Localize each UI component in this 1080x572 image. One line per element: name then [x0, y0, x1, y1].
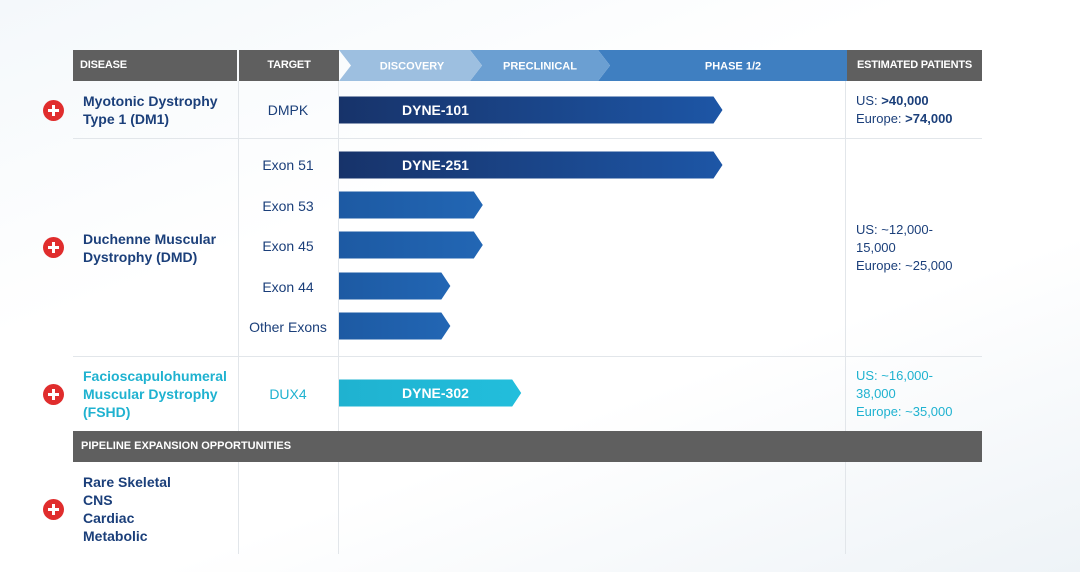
disease-dm1: Myotonic Dystrophy Type 1 (DM1) [83, 92, 243, 128]
patients-dm1-eu-value: >74,000 [905, 111, 953, 126]
patients-dmd-eu: Europe: ~25,000 [856, 258, 953, 273]
stage-phase-label: PHASE 1/2 [705, 61, 761, 73]
patients-dmd: US: ~12,000- 15,000 Europe: ~25,000 [856, 221, 981, 275]
patients-dm1: US: >40,000 Europe: >74,000 [856, 92, 981, 128]
patients-dmd-us-line1: US: ~12,000- [856, 222, 933, 237]
stage-preclinical-label: PRECLINICAL [503, 61, 577, 73]
bar-label-dyne-302: DYNE-302 [402, 385, 469, 401]
pipeline-bars: DYNE-101 DYNE-251 DYNE-302 [339, 96, 723, 407]
expansion-item: Metabolic [83, 528, 148, 544]
patients-fshd: US: ~16,000- 38,000 Europe: ~35,000 [856, 367, 981, 421]
disease-fshd-line3: (FSHD) [83, 404, 131, 420]
patients-dm1-us-label: US: [856, 93, 878, 108]
bar-label-dyne-251: DYNE-251 [402, 157, 469, 173]
header-disease-label: DISEASE [80, 59, 127, 71]
header-disease: DISEASE [73, 50, 237, 81]
col-divider-disease-lower [238, 462, 239, 554]
header-patients-label: ESTIMATED PATIENTS [857, 59, 972, 71]
disease-dm1-line2: Type 1 (DM1) [83, 111, 170, 127]
pipeline-bar-exon-51: DYNE-251 [339, 151, 723, 179]
patients-fshd-us-line2: 38,000 [856, 386, 896, 401]
pipeline-bar-other-exons [339, 312, 451, 340]
expansion-title: PIPELINE EXPANSION OPPORTUNITIES [81, 440, 292, 452]
target-exon-51: Exon 51 [262, 157, 314, 173]
target-other-exons: Other Exons [249, 319, 327, 335]
col-divider-patients-lower [845, 462, 846, 554]
target-dmpk: DMPK [267, 102, 309, 118]
stage-header: DISCOVERY PRECLINICAL PHASE 1/2 [339, 50, 847, 81]
patients-fshd-us-line1: US: ~16,000- [856, 368, 933, 383]
pipeline-bar-exon-53 [339, 191, 483, 219]
expansion-header: PIPELINE EXPANSION OPPORTUNITIES [73, 431, 982, 462]
patients-dm1-us: US: >40,000 [856, 92, 981, 110]
col-divider-target-lower [338, 462, 339, 554]
pipeline-bar-dmpk: DYNE-101 [339, 96, 723, 124]
expansion-item: Rare Skeletal [83, 474, 171, 490]
header-target: TARGET [239, 50, 339, 81]
expand-dmd-icon[interactable] [43, 237, 64, 258]
expand-fshd-icon[interactable] [43, 384, 64, 405]
disease-dmd-line1: Duchenne Muscular [83, 231, 217, 247]
expansion-item: CNS [83, 492, 113, 508]
pipeline-bar-dux4: DYNE-302 [339, 379, 522, 407]
patients-dm1-eu: Europe: >74,000 [856, 110, 981, 128]
disease-dm1-line1: Myotonic Dystrophy [83, 93, 218, 109]
target-exon-44: Exon 44 [262, 279, 314, 295]
target-exon-45: Exon 45 [262, 238, 314, 254]
bar-shape [339, 272, 451, 300]
patients-fshd-eu: Europe: ~35,000 [856, 404, 953, 419]
target-exon-53: Exon 53 [262, 198, 314, 214]
disease-fshd-line2: Muscular Dystrophy [83, 386, 218, 402]
disease-fshd-line1: Facioscapulohumeral [83, 368, 227, 384]
pipeline-bar-exon-44 [339, 272, 451, 300]
bar-label-dyne-101: DYNE-101 [402, 102, 469, 118]
header-target-label: TARGET [267, 59, 311, 71]
expansion-item: Cardiac [83, 510, 135, 526]
bar-shape [339, 96, 723, 124]
stage-discovery-label: DISCOVERY [380, 61, 445, 73]
disease-dmd-line2: Dystrophy (DMD) [83, 249, 198, 265]
bar-shape [339, 191, 483, 219]
target-dux4: DUX4 [269, 386, 307, 402]
expand-opportunities-icon[interactable] [43, 499, 64, 520]
bar-shape [339, 151, 723, 179]
bar-shape [339, 231, 483, 259]
patients-dm1-us-value: >40,000 [881, 93, 929, 108]
expand-dm1-icon[interactable] [43, 100, 64, 121]
bar-shape [339, 312, 451, 340]
expansion-list: Rare Skeletal CNS Cardiac Metabolic [83, 473, 171, 545]
header-patients: ESTIMATED PATIENTS [847, 50, 982, 81]
disease-fshd: Facioscapulohumeral Muscular Dystrophy (… [83, 367, 243, 421]
disease-dmd: Duchenne Muscular Dystrophy (DMD) [83, 230, 243, 266]
pipeline-bar-exon-45 [339, 231, 483, 259]
patients-dm1-eu-label: Europe: [856, 111, 902, 126]
patients-dmd-us-line2: 15,000 [856, 240, 896, 255]
